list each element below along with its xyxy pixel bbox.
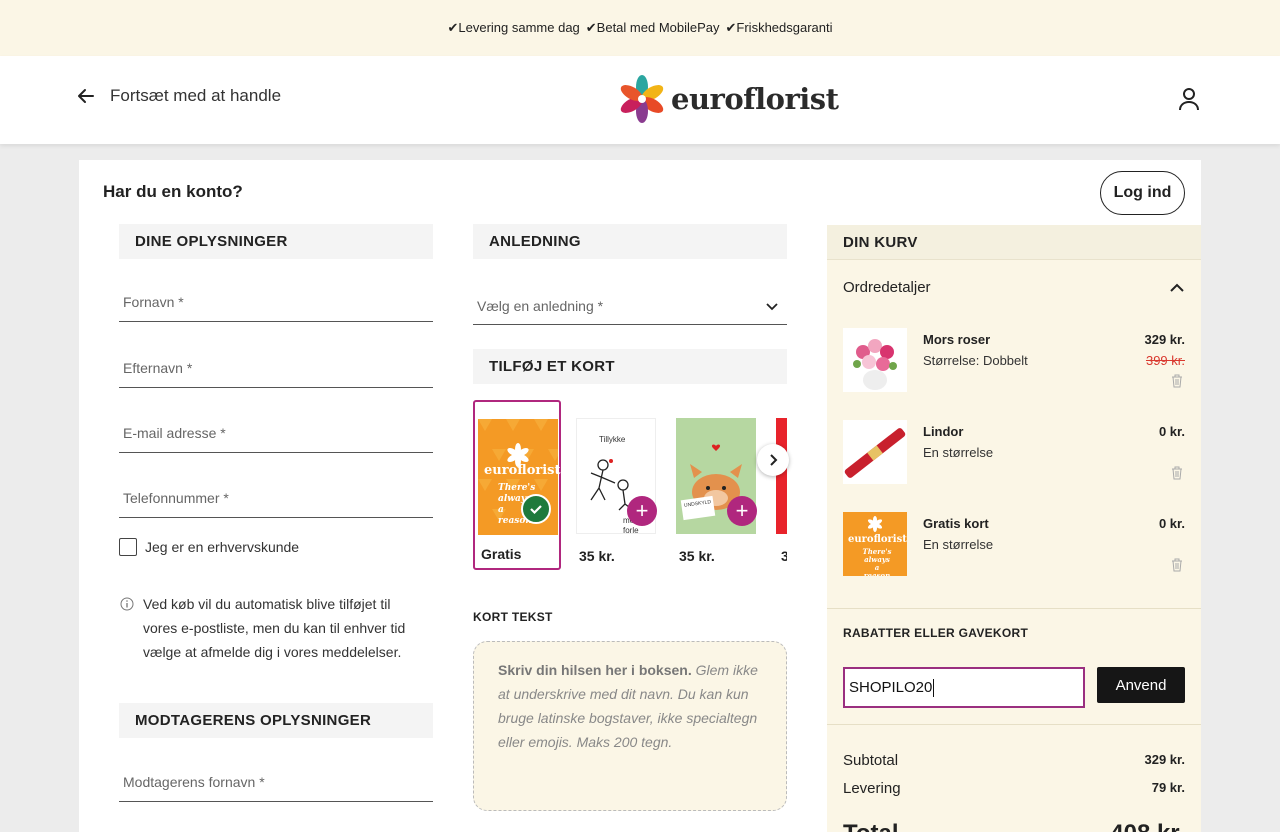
cart-item: euroflorist There's always a reason Grat… — [843, 512, 1185, 576]
apply-discount-button[interactable]: Anvend — [1097, 667, 1185, 703]
usp-mobilepay: ✔Betal med MobilePay — [585, 20, 720, 35]
usp-freshness: ✔Friskhedsgaranti — [725, 20, 833, 35]
roses-image — [843, 328, 907, 392]
arrow-left-icon — [78, 89, 94, 103]
discount-code-value: SHOPILO20 — [849, 679, 933, 696]
usp-same-day: ✔Levering samme dag — [447, 20, 580, 35]
delivery-row: Levering 79 kr. — [843, 780, 1185, 797]
total-label: Total — [843, 820, 899, 832]
continue-shopping-link[interactable]: Fortsæt med at handle — [76, 86, 281, 106]
checkout-panel: Har du en konto? Log ind DINE OPLYSNINGE… — [79, 160, 1201, 832]
mini-card-logo-text: euroflorist — [848, 534, 907, 545]
business-customer-label: Jeg er en erhvervskunde — [145, 539, 300, 555]
discount-code-input[interactable]: SHOPILO20 — [843, 667, 1085, 708]
customer-info-heading: DINE OPLYSNINGER — [119, 224, 433, 259]
cart-item: Mors roser Størrelse: Dobbelt 329 kr. 39… — [843, 328, 1185, 392]
trash-icon[interactable] — [1171, 558, 1183, 572]
chevron-down-icon — [766, 303, 778, 311]
card-price: 3 — [781, 548, 787, 564]
business-customer-checkbox[interactable] — [119, 538, 137, 556]
login-button[interactable]: Log ind — [1100, 171, 1185, 215]
order-details-label: Ordredetaljer — [843, 279, 931, 296]
discount-label: RABATTER ELLER GAVEKORT — [843, 626, 1029, 640]
selected-check-icon — [521, 494, 551, 524]
add-card-plus-icon[interactable]: + — [727, 496, 757, 526]
account-button[interactable] — [1176, 86, 1202, 117]
trash-icon[interactable] — [1171, 374, 1183, 388]
cart-item-name: Mors roser — [923, 332, 991, 347]
trash-icon[interactable] — [1171, 466, 1183, 480]
occasion-select-placeholder: Vælg en anledning * — [477, 298, 604, 314]
cart-item-size: En størrelse — [923, 537, 994, 552]
euroflorist-logo[interactable]: euroflorist — [617, 74, 839, 124]
card-message-hint-bold: Skriv din hilsen her i boksen. — [498, 662, 692, 678]
card-option-tillykke[interactable]: me forle Tillykke + 35 kr. — [573, 400, 661, 570]
logo-text: euroflorist — [671, 82, 839, 116]
cart-item-price: 329 kr. — [1144, 332, 1186, 347]
continue-shopping-label: Fortsæt med at handle — [110, 86, 282, 105]
chevron-right-icon — [770, 454, 778, 466]
mini-card-slogan-text: There's always a reason — [862, 547, 892, 577]
add-card-heading: TILFØJ ET KORT — [473, 349, 787, 384]
account-question: Har du en konto? — [103, 182, 243, 201]
cart-item: Lindor En størrelse 0 kr. — [843, 420, 1185, 484]
usp-bar: ✔Levering samme dag ✔Betal med MobilePay… — [0, 0, 1280, 56]
subtotal-value: 329 kr. — [1144, 752, 1186, 767]
delivery-value: 79 kr. — [1151, 780, 1185, 795]
cart-heading: DIN KURV — [827, 225, 1201, 260]
last-name-field[interactable]: Efternavn * — [119, 348, 433, 388]
newsletter-notice-text: Ved køb vil du automatisk blive tilføjet… — [143, 596, 406, 660]
subtotal-row: Subtotal 329 kr. — [843, 752, 1185, 769]
occasion-select[interactable]: Vælg en anledning * — [473, 288, 787, 325]
email-field[interactable]: E-mail adresse * — [119, 413, 433, 453]
divider — [827, 724, 1201, 725]
info-icon — [120, 597, 134, 611]
lindor-image — [843, 420, 907, 484]
card-price: 35 kr. — [579, 548, 615, 564]
delivery-label: Levering — [843, 780, 901, 797]
card-image-red — [776, 418, 787, 534]
total-row: Total 408 kr. — [843, 820, 1185, 832]
phone-field[interactable]: Telefonnummer * — [119, 478, 433, 518]
newsletter-notice: Ved køb vil du automatisk blive tilføjet… — [119, 592, 419, 664]
user-icon — [1179, 88, 1199, 111]
recipient-info-heading: MODTAGERENS OPLYSNINGER — [119, 703, 433, 738]
card-option-free[interactable]: euroflorist There's always a reason Grat… — [473, 400, 562, 570]
subtotal-label: Subtotal — [843, 752, 899, 769]
card-text-label: KORT TEKST — [473, 610, 553, 624]
flower-logo-icon — [620, 75, 664, 123]
free-card-image: euroflorist There's always a reason — [843, 512, 907, 576]
card-logo-text: euroflorist — [484, 463, 561, 478]
card-price: 35 kr. — [679, 548, 715, 564]
carousel-next-button[interactable] — [757, 444, 789, 476]
business-customer-option[interactable]: Jeg er en erhvervskunde — [119, 538, 299, 556]
cart-item-name: Lindor — [923, 424, 964, 439]
occasion-heading: ANLEDNING — [473, 224, 787, 259]
add-card-plus-icon[interactable]: + — [627, 496, 657, 526]
total-value: 408 kr. — [1110, 820, 1185, 832]
cart-item-price: 0 kr. — [1158, 516, 1185, 531]
cart-item-old-price: 399 kr. — [1145, 353, 1185, 368]
svg-text:forle: forle — [623, 526, 639, 535]
chevron-up-icon — [1170, 283, 1184, 292]
divider — [827, 608, 1201, 609]
cart-item-name: Gratis kort — [923, 516, 989, 531]
order-details-toggle[interactable]: Ordredetaljer — [843, 279, 1185, 296]
cart-item-price: 0 kr. — [1158, 424, 1185, 439]
recipient-first-name-field[interactable]: Modtagerens fornavn * — [119, 762, 433, 802]
card-message-textarea[interactable]: Skriv din hilsen her i boksen. Glem ikke… — [473, 641, 787, 811]
site-header: Fortsæt med at handle euroflorist — [0, 56, 1280, 144]
card-title-text: Tillykke — [599, 435, 626, 444]
cart-item-size: Størrelse: Dobbelt — [923, 353, 1028, 368]
cart-item-size: En størrelse — [923, 445, 994, 460]
card-option-partial[interactable]: 3 — [773, 400, 787, 570]
cart-summary: DIN KURV Ordredetaljer Mors roser Større… — [827, 225, 1201, 832]
card-option-undskyld[interactable]: UNDSKYLD + 35 kr. — [673, 400, 761, 570]
card-price: Gratis — [481, 546, 522, 562]
first-name-field[interactable]: Fornavn * — [119, 282, 433, 322]
